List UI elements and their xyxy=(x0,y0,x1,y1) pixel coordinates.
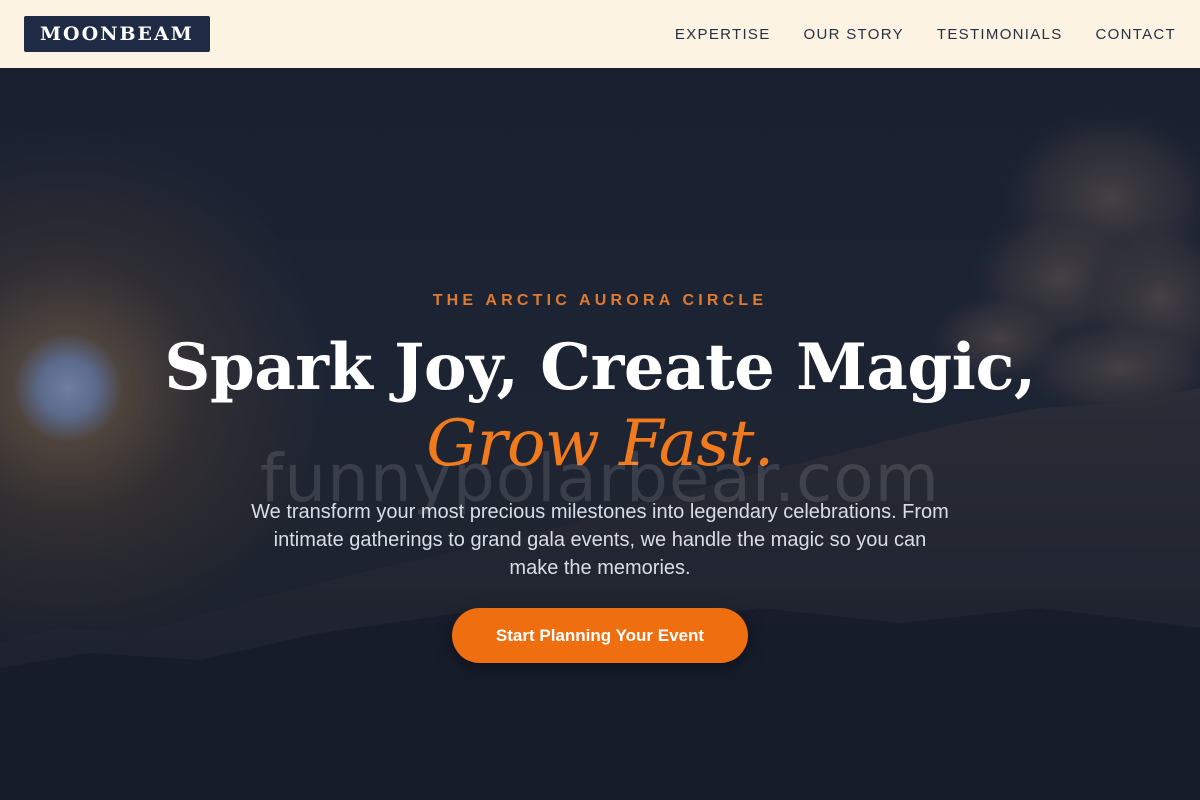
hero-content: THE ARCTIC AURORA CIRCLE Spark Joy, Crea… xyxy=(0,68,1200,800)
headline-line-1: Spark Joy, Create Magic, xyxy=(164,330,1036,405)
nav-link-our-story[interactable]: OUR STORY xyxy=(804,26,904,43)
site-header: MOONBEAM EXPERTISE OUR STORY TESTIMONIAL… xyxy=(0,0,1200,68)
page: MOONBEAM EXPERTISE OUR STORY TESTIMONIAL… xyxy=(0,0,1200,800)
nav-link-testimonials[interactable]: TESTIMONIALS xyxy=(937,26,1063,43)
logo[interactable]: MOONBEAM xyxy=(24,16,210,52)
nav-link-expertise[interactable]: EXPERTISE xyxy=(675,26,771,43)
hero-eyebrow: THE ARCTIC AURORA CIRCLE xyxy=(432,292,768,309)
nav-link-contact[interactable]: CONTACT xyxy=(1096,26,1176,43)
hero-description: We transform your most precious mileston… xyxy=(251,501,949,579)
main-nav: EXPERTISE OUR STORY TESTIMONIALS CONTACT xyxy=(675,26,1176,43)
start-planning-button[interactable]: Start Planning Your Event xyxy=(452,608,748,663)
hero-section: THE ARCTIC AURORA CIRCLE Spark Joy, Crea… xyxy=(0,68,1200,800)
